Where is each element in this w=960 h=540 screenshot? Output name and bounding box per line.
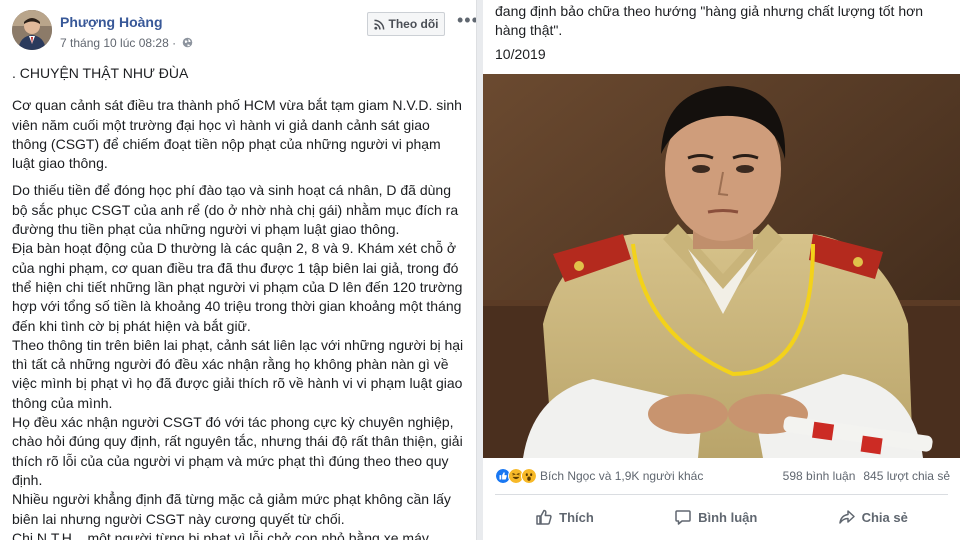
wow-reaction-icon xyxy=(521,468,537,484)
paragraph-6: Nhiều người khẳng định đã từng mặc cả gi… xyxy=(12,491,451,527)
engagement-counts: 598 bình luận 845 lượt chia sẻ xyxy=(783,469,950,483)
shares-count[interactable]: 845 lượt chia sẻ xyxy=(863,469,950,483)
comments-count[interactable]: 598 bình luận xyxy=(783,469,856,483)
author-name[interactable]: Phượng Hoàng xyxy=(60,14,163,30)
actions-divider xyxy=(495,494,948,495)
post-body: . CHUYỆN THẬT NHƯ ĐÙA Cơ quan cảnh sát đ… xyxy=(12,64,464,540)
post-photo[interactable] xyxy=(483,74,960,458)
follow-button[interactable]: Theo dõi xyxy=(367,12,445,36)
avatar[interactable] xyxy=(12,10,52,50)
paragraph-7: Chị N.T.H. , một người từng bị phạt vì l… xyxy=(12,529,429,540)
reaction-icons[interactable] xyxy=(495,468,537,484)
share-label: Chia sẻ xyxy=(861,509,908,525)
post-actions: Thích Bình luận Chia sẻ xyxy=(495,500,948,534)
share-icon xyxy=(838,510,855,524)
paragraph-2: Do thiếu tiền để đóng học phí đào tạo và… xyxy=(12,182,459,238)
comment-icon xyxy=(675,510,691,525)
post-title: . CHUYỆN THẬT NHƯ ĐÙA xyxy=(12,65,189,81)
more-icon[interactable]: ••• xyxy=(457,11,476,29)
paragraph-5: Họ đều xác nhận người CSGT đó với tác ph… xyxy=(12,414,463,488)
paragraph-3: Địa bàn hoạt động của D thường là các qu… xyxy=(12,240,463,334)
reactors-text[interactable]: Bích Ngọc và 1,9K người khác xyxy=(540,469,783,483)
photo-illustration xyxy=(483,74,960,458)
post-text-continued: đang định bảo chữa theo hướng "hàng giả … xyxy=(495,3,924,38)
paragraph-4: Theo thông tin trên biên lai phạt, cảnh … xyxy=(12,336,464,411)
post-header: Phượng Hoàng 7 tháng 10 lúc 08:28 · Theo… xyxy=(12,10,476,58)
thumbs-up-icon xyxy=(536,509,552,525)
post-date: 10/2019 xyxy=(495,46,546,62)
paragraph-1: Cơ quan cảnh sát điều tra thành phố HCM … xyxy=(12,97,462,172)
like-label: Thích xyxy=(559,509,594,525)
reactions-bar: Bích Ngọc và 1,9K người khác 598 bình lu… xyxy=(495,464,950,488)
like-button[interactable]: Thích xyxy=(535,508,594,526)
post-timestamp[interactable]: 7 tháng 10 lúc 08:28 · xyxy=(60,36,176,50)
right-post-card: đang định bảo chữa theo hướng "hàng giả … xyxy=(483,0,960,540)
globe-icon xyxy=(183,37,193,48)
share-button[interactable]: Chia sẻ xyxy=(838,508,908,526)
post-meta: 7 tháng 10 lúc 08:28 · xyxy=(60,36,193,50)
comment-label: Bình luận xyxy=(698,509,758,525)
comment-button[interactable]: Bình luận xyxy=(674,508,757,526)
rss-icon xyxy=(373,19,384,30)
left-post-card: Phượng Hoàng 7 tháng 10 lúc 08:28 · Theo… xyxy=(0,0,477,540)
follow-label: Theo dõi xyxy=(388,17,439,31)
